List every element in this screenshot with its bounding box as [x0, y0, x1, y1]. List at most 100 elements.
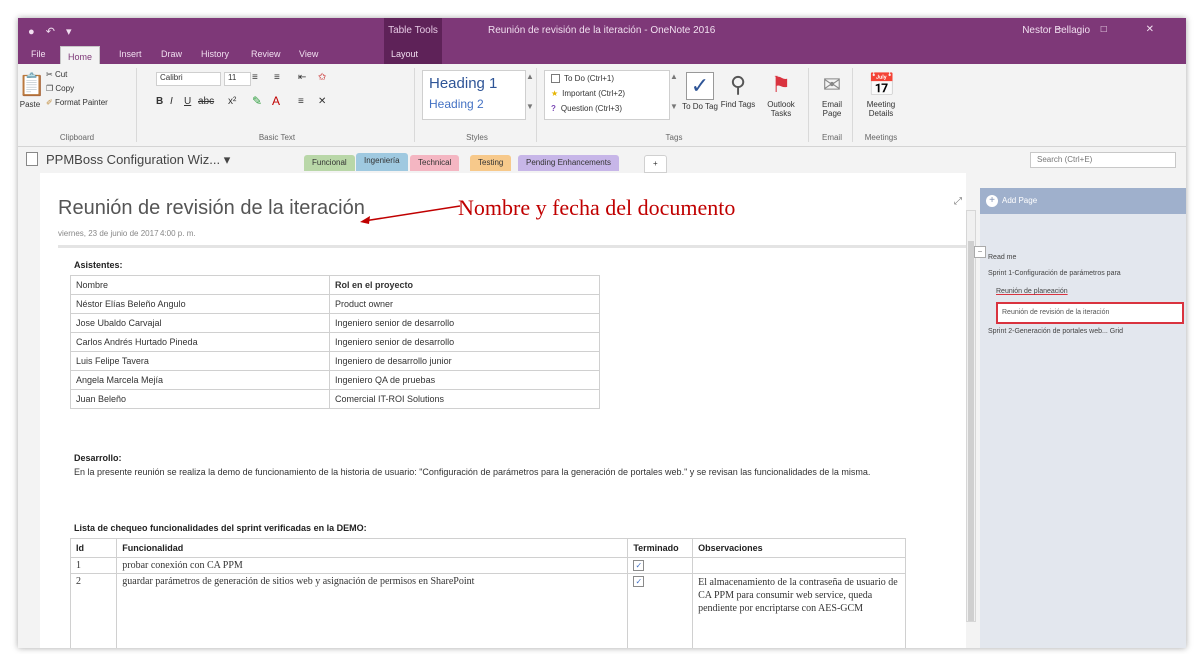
tab-file[interactable]: File: [24, 44, 53, 64]
heading-1-style[interactable]: Heading 1: [429, 75, 497, 92]
checklist-id[interactable]: 2: [69, 573, 118, 648]
styles-gallery[interactable]: Heading 1 Heading 2: [422, 70, 526, 120]
italic-icon[interactable]: I: [170, 96, 173, 107]
table-header-cell[interactable]: Funcionalidad: [116, 538, 629, 558]
attendee-role[interactable]: Ingeniero QA de pruebas: [329, 370, 600, 390]
cut-label: Cut: [54, 70, 68, 79]
attendee-role[interactable]: Ingeniero senior de desarrollo: [329, 313, 600, 333]
font-size-box[interactable]: 11: [224, 72, 251, 86]
attendee-role[interactable]: Comercial IT-ROI Solutions: [329, 389, 600, 409]
checklist-functionality[interactable]: probar conexión con CA PPM: [116, 557, 629, 574]
table-header-cell[interactable]: Nombre: [70, 275, 330, 295]
add-section-button[interactable]: +: [644, 155, 667, 173]
attendee-name[interactable]: Juan Beleño: [70, 389, 330, 409]
development-text[interactable]: En la presente reunión se realiza la dem…: [74, 466, 914, 479]
flag-icon: ⚑: [771, 72, 791, 97]
scrollbar-thumb[interactable]: [968, 241, 974, 621]
tab-view[interactable]: View: [292, 44, 325, 64]
paste-button[interactable]: 📋 Paste: [18, 72, 45, 109]
bullets-icon[interactable]: ≡: [252, 72, 258, 83]
attendee-role[interactable]: Product owner: [329, 294, 600, 314]
tab-insert[interactable]: Insert: [112, 44, 149, 64]
notebook-selector[interactable]: PPMBoss Configuration Wiz... ▾: [26, 152, 230, 168]
attendee-name[interactable]: Carlos Andrés Hurtado Pineda: [70, 332, 330, 352]
add-page-button[interactable]: + Add Page: [980, 188, 1186, 214]
tab-draw[interactable]: Draw: [154, 44, 189, 64]
section-tab-pending-enhancements[interactable]: Pending Enhancements: [518, 155, 619, 171]
window-controls[interactable]: − □ ✕: [1056, 24, 1172, 35]
section-tab-testing[interactable]: Testing: [470, 155, 512, 171]
meeting-details-button[interactable]: 📅 Meeting Details: [860, 72, 902, 118]
attendee-name[interactable]: Luis Felipe Tavera: [70, 351, 330, 371]
format-painter-button[interactable]: ✐ Format Painter: [46, 98, 108, 107]
table-header-cell[interactable]: Rol en el proyecto: [329, 275, 600, 295]
strikethrough-icon[interactable]: abc: [198, 96, 214, 107]
tags-scroll-icon[interactable]: ▲: [670, 72, 678, 81]
bold-icon[interactable]: B: [156, 96, 163, 107]
tag-question[interactable]: ? Question (Ctrl+3): [551, 104, 622, 113]
table-header-cell[interactable]: Terminado: [627, 538, 694, 558]
done-checkbox[interactable]: ✓: [633, 576, 645, 587]
collapse-icon[interactable]: −: [974, 246, 986, 258]
section-tab-funcional[interactable]: Funcional: [304, 155, 355, 171]
table-header-cell[interactable]: Id: [69, 538, 118, 558]
styles-more-icon[interactable]: ▼: [526, 102, 534, 111]
attendee-name[interactable]: Néstor Elías Beleño Angulo: [70, 294, 330, 314]
done-checkbox[interactable]: ✓: [633, 560, 645, 571]
copy-button[interactable]: ❐ Copy: [46, 84, 74, 93]
tags-more-icon[interactable]: ▼: [670, 102, 678, 111]
tab-home[interactable]: Home: [60, 46, 101, 66]
attendee-role[interactable]: Ingeniero de desarrollo junior: [329, 351, 600, 371]
checkmark-icon: ✓: [686, 72, 714, 100]
search-input[interactable]: Search (Ctrl+E): [1030, 152, 1176, 168]
attendee-name[interactable]: Jose Ubaldo Carvajal: [70, 313, 330, 333]
todo-tag-button[interactable]: ✓ To Do Tag: [682, 72, 718, 111]
expand-page-icon[interactable]: ⤢: [954, 196, 962, 207]
page-item-reunion-planeacion[interactable]: Reunión de planeación: [996, 288, 1068, 295]
page-item-reunion-revision[interactable]: Reunión de revisión de la iteración: [996, 302, 1184, 324]
checklist-functionality[interactable]: guardar parámetros de generación de siti…: [116, 573, 629, 648]
attendee-role[interactable]: Ingeniero senior de desarrollo: [329, 332, 600, 352]
styles-scroll-icon[interactable]: ▲: [526, 72, 534, 81]
font-name-box[interactable]: Calibri: [156, 72, 221, 86]
table-header-cell[interactable]: Observaciones: [692, 538, 906, 558]
tags-gallery[interactable]: To Do (Ctrl+1) ★ Important (Ctrl+2) ? Ques…: [544, 70, 670, 120]
outlook-tasks-button[interactable]: ⚑ Outlook Tasks: [758, 72, 804, 118]
cut-button[interactable]: ✂ Cut: [46, 70, 67, 79]
tag-todo[interactable]: To Do (Ctrl+1): [551, 74, 614, 84]
page-item-read-me[interactable]: Read me: [988, 254, 1016, 261]
onenote-window: ● ↶ ▾ Table Tools Reunión de revisión de…: [18, 18, 1186, 648]
align-icon[interactable]: ≡: [298, 96, 304, 107]
table-row: 2 guardar parámetros de generación de si…: [69, 573, 906, 648]
tag-important[interactable]: ★ Important (Ctrl+2): [551, 89, 625, 98]
section-tab-ingenieria[interactable]: Ingeniería: [356, 153, 408, 171]
font-color-icon[interactable]: A: [272, 94, 280, 108]
subscript-icon[interactable]: x²: [228, 96, 236, 107]
tab-review[interactable]: Review: [244, 44, 288, 64]
checklist-observations[interactable]: El almacenamiento de la contraseña de us…: [692, 573, 906, 648]
delete-icon[interactable]: ✕: [318, 96, 326, 107]
email-page-button[interactable]: ✉ Email Page: [814, 72, 850, 118]
underline-icon[interactable]: U: [184, 96, 191, 107]
section-tab-technical[interactable]: Technical: [410, 155, 460, 171]
highlight-icon[interactable]: ✎: [252, 94, 262, 108]
attendee-name[interactable]: Angela Marcela Mejía: [70, 370, 330, 390]
quick-access-toolbar[interactable]: ● ↶ ▾: [28, 25, 76, 38]
page-item-sprint-2[interactable]: Sprint 2-Generación de portales web... G…: [988, 328, 1123, 335]
page-title[interactable]: Reunión de revisión de la iteración: [58, 197, 365, 220]
envelope-icon: ✉: [822, 72, 842, 97]
page-canvas[interactable]: Reunión de revisión de la iteración Nomb…: [40, 173, 966, 648]
numbering-icon[interactable]: ≡: [274, 72, 280, 83]
page-scrollbar[interactable]: [966, 210, 976, 622]
development-label: Desarrollo:: [74, 453, 122, 463]
tab-history[interactable]: History: [194, 44, 236, 64]
find-tags-button[interactable]: ⚲ Find Tags: [720, 72, 756, 109]
indent-icon[interactable]: ⇤: [298, 72, 306, 83]
clear-format-icon[interactable]: ✩: [318, 72, 326, 83]
tab-layout[interactable]: Layout: [384, 44, 442, 64]
checklist-id[interactable]: 1: [69, 557, 118, 574]
heading-2-style[interactable]: Heading 2: [429, 97, 484, 111]
page-item-sprint-1[interactable]: Sprint 1-Configuración de parámetros par…: [988, 270, 1121, 277]
checklist-observations[interactable]: [692, 557, 906, 574]
email-page-label: Email Page: [821, 100, 842, 118]
